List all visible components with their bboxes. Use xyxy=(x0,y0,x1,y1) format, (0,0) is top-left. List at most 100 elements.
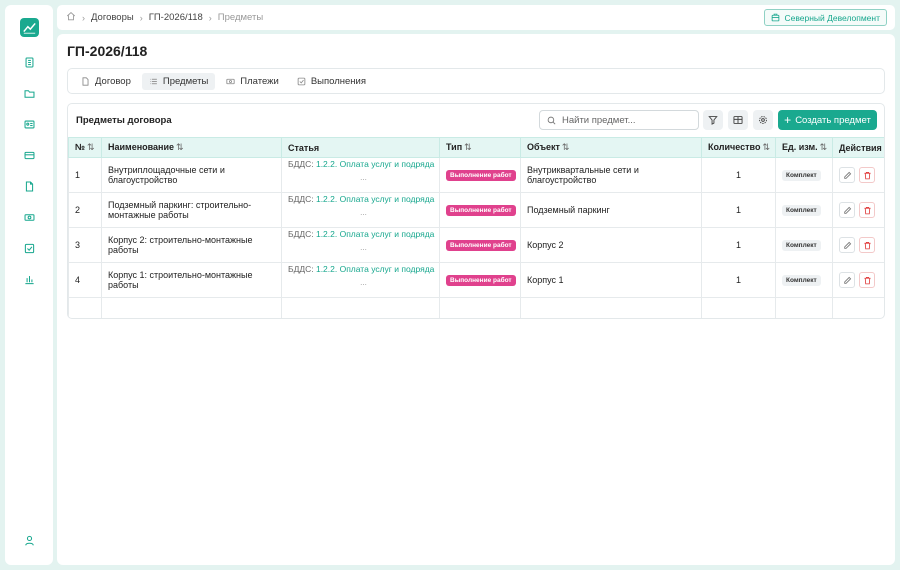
cell-num: 3 xyxy=(68,227,102,263)
sort-icon: ⇅ xyxy=(819,142,828,152)
create-item-button[interactable]: + Создать предмет xyxy=(778,110,877,130)
tab-payments[interactable]: Платежи xyxy=(219,73,286,90)
document-icon[interactable] xyxy=(18,175,40,197)
page-title: ГП-2026/118 xyxy=(67,43,148,59)
tab-completions[interactable]: Выполнения xyxy=(290,73,373,90)
filter-icon xyxy=(708,116,718,125)
column-header-type[interactable]: Тип ⇅ xyxy=(439,137,521,158)
budget-more[interactable]: ... xyxy=(288,277,439,288)
budget-more[interactable]: ... xyxy=(288,172,439,183)
organization-label: Северный Девелопмент xyxy=(784,12,880,23)
cell-unit: Комплект xyxy=(775,262,833,298)
edit-button[interactable] xyxy=(839,272,855,288)
cell-unit: Комплект xyxy=(775,192,833,228)
trash-icon xyxy=(863,276,871,284)
delete-button[interactable] xyxy=(859,202,875,218)
column-header-quantity[interactable]: Количество ⇅ xyxy=(701,137,776,158)
cell-actions xyxy=(832,157,884,193)
tab-label: Договор xyxy=(95,75,131,87)
column-header-num[interactable]: № ⇅ xyxy=(68,137,102,158)
columns-button[interactable] xyxy=(728,110,748,130)
cell-type: Выполнение работ xyxy=(439,192,521,228)
table-row[interactable]: 4 Корпус 1: строительно-монтажные работы… xyxy=(68,262,884,298)
budget-link[interactable]: 1.2.2. Оплата услуг и подряда xyxy=(316,229,434,239)
items-table: № ⇅ Наименование ⇅ Статья Тип ⇅ Объект ⇅ Кол… xyxy=(68,137,884,318)
column-header-budget: Статья xyxy=(281,137,440,158)
file-icon xyxy=(82,76,89,86)
bar-chart-icon[interactable] xyxy=(18,268,40,290)
cell-object: Корпус 1 xyxy=(520,262,702,298)
app-logo-icon[interactable] xyxy=(19,18,39,37)
breadcrumb-contracts[interactable]: Договоры xyxy=(91,12,134,23)
unit-badge: Комплект xyxy=(782,170,821,181)
list-icon xyxy=(150,78,157,84)
sort-icon: ⇅ xyxy=(561,142,570,152)
breadcrumb-contract[interactable]: ГП-2026/118 xyxy=(149,12,203,23)
sort-icon: ⇅ xyxy=(87,142,95,152)
cell-type: Выполнение работ xyxy=(439,157,521,193)
cell-quantity: 1 xyxy=(701,157,776,193)
panel-title: Предметы договора xyxy=(76,115,172,126)
type-badge: Выполнение работ xyxy=(446,240,516,251)
cell-object: Внутриквартальные сети и благоустройство xyxy=(520,157,702,193)
cell-name: Внутриплощадочные сети и благоустройство xyxy=(101,157,282,193)
building-icon xyxy=(772,13,780,22)
budget-link[interactable]: 1.2.2. Оплата услуг и подряда xyxy=(316,194,434,204)
home-icon[interactable] xyxy=(66,11,76,24)
column-header-object[interactable]: Объект ⇅ xyxy=(520,137,702,158)
tab-label: Платежи xyxy=(240,75,279,87)
budget-more[interactable]: ... xyxy=(288,207,439,218)
task-check-icon[interactable] xyxy=(18,237,40,259)
delete-button[interactable] xyxy=(859,167,875,183)
delete-button[interactable] xyxy=(859,272,875,288)
budget-link[interactable]: 1.2.2. Оплата услуг и подряда xyxy=(316,264,434,274)
cell-budget: БДДС: 1.2.2. Оплата услуг и подряда ... xyxy=(281,262,440,298)
user-profile-icon[interactable] xyxy=(18,529,40,551)
gear-icon xyxy=(759,116,767,124)
budget-more[interactable]: ... xyxy=(288,242,439,253)
organization-button[interactable]: Северный Девелопмент xyxy=(764,9,887,26)
tab-contract[interactable]: Договор xyxy=(74,73,138,90)
cell-quantity: 1 xyxy=(701,262,776,298)
panel-header: Предметы договора + Создать предмет xyxy=(68,104,884,137)
search-input[interactable] xyxy=(562,114,692,126)
table-row[interactable]: 1 Внутриплощадочные сети и благоустройст… xyxy=(68,157,884,193)
table-header-row: № ⇅ Наименование ⇅ Статья Тип ⇅ Объект ⇅ Кол… xyxy=(68,137,884,158)
filter-button[interactable] xyxy=(703,110,723,130)
edit-button[interactable] xyxy=(839,167,855,183)
cell-type: Выполнение работ xyxy=(439,227,521,263)
column-header-unit[interactable]: Ед. изм. ⇅ xyxy=(775,137,833,158)
edit-button[interactable] xyxy=(839,237,855,253)
money-icon[interactable] xyxy=(18,206,40,228)
sort-icon: ⇅ xyxy=(464,142,472,152)
id-card-icon[interactable] xyxy=(18,113,40,135)
type-badge: Выполнение работ xyxy=(446,205,516,216)
budget-link[interactable]: 1.2.2. Оплата услуг и подряда xyxy=(316,159,434,169)
building-icon[interactable] xyxy=(18,51,40,73)
sort-icon: ⇅ xyxy=(176,142,184,152)
type-badge: Выполнение работ xyxy=(446,170,516,181)
cell-budget: БДДС: 1.2.2. Оплата услуг и подряда ... xyxy=(281,227,440,263)
type-badge: Выполнение работ xyxy=(446,275,516,286)
cell-actions xyxy=(832,227,884,263)
cell-name: Корпус 2: строительно-монтажные работы xyxy=(101,227,282,263)
cell-actions xyxy=(832,262,884,298)
unit-badge: Комплект xyxy=(782,275,821,286)
tab-items[interactable]: Предметы xyxy=(141,72,216,90)
folder-icon[interactable] xyxy=(18,82,40,104)
table-row[interactable]: 2 Подземный паркинг: строительно-монтажн… xyxy=(68,192,884,228)
edit-button[interactable] xyxy=(839,202,855,218)
table-row[interactable]: 3 Корпус 2: строительно-монтажные работы… xyxy=(68,227,884,263)
credit-card-icon[interactable] xyxy=(18,144,40,166)
budget-prefix: БДДС: xyxy=(288,264,314,274)
cell-actions xyxy=(832,192,884,228)
column-header-name[interactable]: Наименование ⇅ xyxy=(101,137,282,158)
settings-button[interactable] xyxy=(753,110,773,130)
cell-object: Корпус 2 xyxy=(520,227,702,263)
chevron-right-icon: › xyxy=(208,12,212,23)
plus-icon: + xyxy=(784,113,792,127)
delete-button[interactable] xyxy=(859,237,875,253)
cell-quantity: 1 xyxy=(701,227,776,263)
trash-icon xyxy=(863,206,871,214)
budget-prefix: БДДС: xyxy=(288,229,314,239)
